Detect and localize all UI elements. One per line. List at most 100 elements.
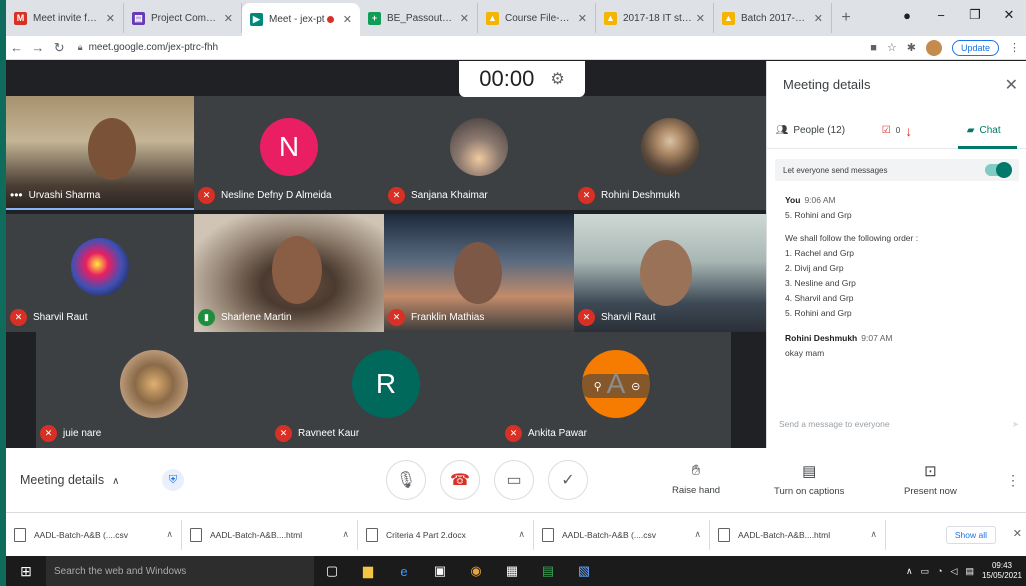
checkmark-button[interactable]: ✓ bbox=[548, 460, 588, 500]
chrome-icon[interactable]: ◉ bbox=[458, 556, 494, 586]
browser-tab[interactable]: M Meet invite for P ✕ bbox=[6, 3, 124, 33]
close-icon[interactable]: ✕ bbox=[1005, 75, 1018, 95]
close-tab-icon[interactable]: ✕ bbox=[578, 12, 587, 25]
store-icon[interactable]: ▣ bbox=[422, 556, 458, 586]
chevron-up-icon[interactable]: ∧ bbox=[694, 529, 701, 540]
raise-hand-button[interactable]: ✋︎ Raise hand bbox=[672, 462, 720, 496]
forward-icon[interactable]: → bbox=[27, 40, 48, 55]
more-options-icon[interactable]: ⋮ bbox=[1006, 472, 1020, 489]
present-button[interactable]: ⊡ Present now bbox=[904, 462, 957, 497]
browser-tab[interactable]: ▶ Meet - jex-pt ✕ bbox=[242, 3, 360, 36]
browser-tab[interactable]: + BE_Passout_19-2 ✕ bbox=[360, 3, 478, 33]
download-item[interactable]: AADL-Batch-A&B....html ∧ bbox=[182, 519, 358, 550]
tab-title: 2017-18 IT stude bbox=[623, 12, 692, 24]
network-icon[interactable]: ◔ bbox=[937, 566, 942, 576]
update-button[interactable]: Update bbox=[951, 39, 1000, 56]
participant-tile[interactable]: ✕ Sharvil Raut bbox=[574, 214, 766, 332]
participant-tile[interactable]: A ⚲ ⊝ ✕Ankita Pawar bbox=[501, 332, 731, 448]
tab-people[interactable]: 👥︎ People (12) bbox=[767, 113, 854, 148]
task-view-icon[interactable]: ▢ bbox=[314, 556, 350, 586]
file-icon bbox=[190, 527, 202, 542]
edge-icon[interactable]: e bbox=[386, 556, 422, 586]
close-tab-icon[interactable]: ✕ bbox=[224, 12, 233, 25]
minimize-icon[interactable]: − bbox=[924, 0, 958, 30]
drive-icon: ▲ bbox=[604, 11, 617, 25]
camera-button[interactable]: ▭ bbox=[494, 460, 534, 500]
browser-tab[interactable]: ▲ Course File-2020 ✕ bbox=[478, 3, 596, 33]
participant-tile[interactable]: ✕ Franklin Mathias bbox=[384, 214, 574, 332]
windows-start-icon[interactable]: ⊞ bbox=[6, 556, 46, 586]
participant-tile[interactable]: ✕ juie nare bbox=[36, 332, 271, 448]
participant-tile[interactable]: ▮ Sharlene Martin bbox=[194, 214, 384, 332]
mic-off-icon: ✕ bbox=[10, 309, 27, 326]
message-line: 4. Sharvil and Grp bbox=[785, 293, 854, 303]
downloads-bar: AADL-Batch-A&B (....csv ∧ AADL-Batch-A&B..… bbox=[6, 512, 1026, 556]
close-tab-icon[interactable]: ✕ bbox=[814, 12, 823, 25]
restore-icon[interactable]: ❐ bbox=[958, 0, 992, 30]
photos-icon[interactable]: ▦ bbox=[494, 556, 530, 586]
show-all-button[interactable]: Show all bbox=[945, 525, 996, 544]
mic-icon: 🎙︎ bbox=[395, 472, 417, 489]
participant-tile[interactable]: N ✕ Nesline Defny D Almeida bbox=[194, 96, 384, 210]
profile-avatar[interactable] bbox=[925, 39, 942, 56]
avatar: N bbox=[260, 118, 318, 176]
record-icon[interactable]: ● bbox=[890, 0, 924, 30]
new-tab-button[interactable]: + bbox=[832, 3, 860, 33]
participant-tile[interactable]: ✕ Sharvil Raut bbox=[6, 214, 194, 332]
gear-icon[interactable]: ⚙ bbox=[550, 69, 564, 89]
file-explorer-icon[interactable]: ▆ bbox=[350, 556, 386, 586]
browser-tab[interactable]: ▲ 2017-18 IT stude ✕ bbox=[596, 3, 714, 33]
participant-tile[interactable]: ••• Urvashi Sharma bbox=[6, 96, 194, 210]
close-tab-icon[interactable]: ✕ bbox=[106, 12, 115, 25]
close-tab-icon[interactable]: ✕ bbox=[460, 12, 469, 25]
excel-icon[interactable]: ▤ bbox=[530, 556, 566, 586]
message-composer[interactable]: Send a message to everyone ➤ bbox=[779, 419, 1019, 430]
tab-title: BE_Passout_19-2 bbox=[387, 12, 456, 24]
close-window-icon[interactable]: ✕ bbox=[992, 0, 1026, 30]
pin-icon[interactable]: ⚲ bbox=[594, 380, 602, 393]
shield-icon[interactable]: ⛨ bbox=[162, 469, 184, 491]
captions-button[interactable]: ▤ Turn on captions bbox=[774, 462, 844, 497]
chevron-up-icon[interactable]: ∧ bbox=[906, 566, 913, 577]
taskbar-search[interactable]: Search the web and Windows bbox=[46, 556, 314, 586]
reload-icon[interactable]: ↻ bbox=[49, 40, 70, 56]
participant-tile[interactable]: ✕ Rohini Deshmukh bbox=[574, 96, 766, 210]
participant-tile[interactable]: R ✕ Ravneet Kaur bbox=[271, 332, 501, 448]
chevron-up-icon[interactable]: ∧ bbox=[518, 529, 525, 540]
volume-icon[interactable]: ◁ bbox=[951, 566, 958, 577]
minus-icon[interactable]: ⊝ bbox=[631, 380, 640, 393]
close-downloads-icon[interactable]: ✕ bbox=[1013, 527, 1022, 540]
notification-icon[interactable]: ▤ bbox=[965, 566, 974, 577]
star-icon[interactable]: ☆ bbox=[887, 41, 897, 54]
chevron-up-icon[interactable]: ∧ bbox=[870, 529, 877, 540]
participant-tile[interactable]: ✕ Sanjana Khaimar bbox=[384, 96, 574, 210]
tab-tasks[interactable]: ☑ 0 ↓ bbox=[854, 113, 941, 148]
mic-off-icon: ✕ bbox=[275, 425, 292, 442]
mic-button[interactable]: 🎙︎ bbox=[386, 460, 426, 500]
download-item[interactable]: AADL-Batch-A&B (....csv ∧ bbox=[6, 519, 182, 550]
back-icon[interactable]: ← bbox=[6, 40, 27, 55]
url-field[interactable]: 🔒︎ meet.google.com/jex-ptrc-fhh bbox=[78, 38, 870, 58]
camera-icon[interactable]: ■ bbox=[870, 42, 877, 54]
send-icon[interactable]: ➤ bbox=[1012, 419, 1019, 430]
tile-hover-controls: ⚲ ⊝ bbox=[579, 374, 655, 398]
captions-icon: ▤ bbox=[802, 463, 817, 480]
tab-chat[interactable]: ▰ Chat bbox=[940, 113, 1026, 149]
download-item[interactable]: AADL-Batch-A&B (....csv ∧ bbox=[534, 519, 710, 550]
menu-icon[interactable]: ⋮ bbox=[1009, 41, 1020, 54]
browser-tab[interactable]: ▤ Project Competi ✕ bbox=[124, 3, 242, 33]
app-icon[interactable]: ▧ bbox=[566, 556, 602, 586]
browser-tab[interactable]: ▲ Batch 2017-2018 ✕ bbox=[714, 3, 832, 33]
meeting-details-button[interactable]: Meeting details ∧ bbox=[20, 473, 119, 487]
leave-call-button[interactable]: ☎ bbox=[440, 460, 480, 500]
close-tab-icon[interactable]: ✕ bbox=[343, 13, 352, 26]
chevron-up-icon[interactable]: ∧ bbox=[166, 529, 173, 540]
extensions-icon[interactable]: ✱ bbox=[907, 41, 916, 54]
chevron-up-icon[interactable]: ∧ bbox=[342, 529, 349, 540]
send-messages-toggle[interactable] bbox=[985, 162, 1012, 178]
battery-icon[interactable]: ▭ bbox=[921, 566, 930, 577]
clock[interactable]: 09:43 15/05/2021 bbox=[982, 561, 1022, 581]
close-tab-icon[interactable]: ✕ bbox=[696, 12, 705, 25]
download-item[interactable]: AADL-Batch-A&B....html ∧ bbox=[710, 519, 886, 550]
download-item[interactable]: Criteria 4 Part 2.docx ∧ bbox=[358, 519, 534, 550]
